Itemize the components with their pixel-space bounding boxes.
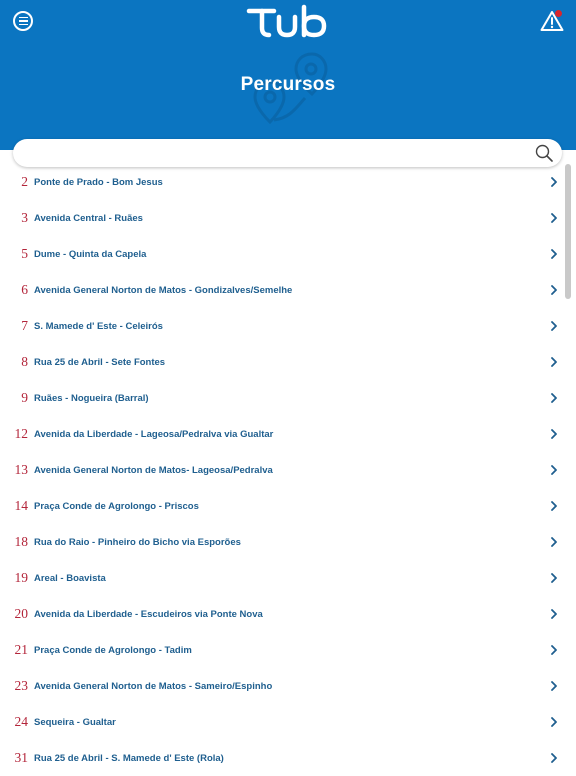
route-number: 23 [14,678,29,693]
search-icon[interactable] [535,144,553,162]
chevron-right-icon [551,321,557,331]
route-name: Praça Conde de Agrolongo - Tadim [34,644,192,656]
chevron-right-icon [551,609,557,619]
route-name: Rua 25 de Abril - Sete Fontes [34,356,166,368]
route-name: Avenida Central - Ruães [34,212,143,224]
route-number: 7 [21,318,28,333]
route-row[interactable]: 6 Avenida General Norton de Matos - Gondi… [0,272,576,308]
route-number: 31 [14,750,29,765]
route-number: 18 [14,534,29,549]
route-row[interactable]: 12 Avenida da Liberdade - Lageosa/Pedralv… [0,416,576,452]
route-name: Rua do Raio - Pinheiro do Bicho via Espo… [34,536,241,548]
route-number: 8 [21,354,28,369]
page-title: Percursos [240,74,336,95]
route-number: 5 [21,246,28,261]
route-number: 14 [14,498,29,513]
route-row[interactable]: 23 Avenida General Norton de Matos - Same… [0,668,576,704]
route-row[interactable]: 14 Praça Conde de Agrolongo - Priscos [0,488,576,524]
route-name: Avenida General Norton de Matos - Gondiz… [34,284,293,296]
chevron-right-icon [551,501,557,511]
chevron-right-icon [551,465,557,475]
route-name: Dume - Quinta da Capela [34,248,147,260]
chevron-right-icon [551,717,557,727]
route-name: Avenida da Liberdade - Lageosa/Pedralva … [34,428,274,440]
route-name: Areal - Boavista [34,572,106,584]
route-name: Avenida General Norton de Matos - Sameir… [34,680,273,692]
route-number: 2 [21,174,28,189]
route-row[interactable]: 7 S. Mamede d' Este - Celeirós [0,308,576,344]
route-row[interactable]: 20 Avenida da Liberdade - Escudeiros via … [0,596,576,632]
chevron-right-icon [551,393,557,403]
route-name: Ponte de Prado - Bom Jesus [34,176,163,188]
route-number: 21 [14,642,29,657]
route-row[interactable]: 19 Areal - Boavista [0,560,576,596]
chevron-right-icon [551,213,557,223]
route-number: 20 [14,606,29,621]
chevron-right-icon [551,753,557,763]
chevron-right-icon [551,573,557,583]
route-name: Avenida General Norton de Matos- Lageosa… [34,464,273,476]
route-number: 13 [14,462,29,477]
chevron-right-icon [551,681,557,691]
chevron-right-icon [551,249,557,259]
route-name: Rua 25 de Abril - S. Mamede d' Este (Rol… [34,752,224,764]
route-number: 9 [21,390,28,405]
search-bar[interactable] [13,139,562,169]
route-name: S. Mamede d' Este - Celeirós [34,320,163,332]
tub-logo [246,4,327,38]
route-name: Avenida da Liberdade - Escudeiros via Po… [34,608,263,620]
route-row[interactable]: 18 Rua do Raio - Pinheiro do Bicho via Es… [0,524,576,560]
route-row[interactable]: 2 Ponte de Prado - Bom Jesus [0,164,576,200]
route-number: 24 [14,714,29,729]
scrollbar[interactable] [565,164,571,299]
route-row[interactable]: 24 Sequeira - Gualtar [0,704,576,740]
route-list: 2 Ponte de Prado - Bom Jesus 3 Avenida Cent… [0,164,576,776]
chevron-right-icon [551,177,557,187]
menu-icon[interactable] [13,11,33,31]
route-number: 6 [21,282,28,297]
notification-dot [555,10,562,17]
route-row[interactable]: 31 Rua 25 de Abril - S. Mamede d' Este (R… [0,740,576,776]
route-row[interactable]: 9 Ruães - Nogueira (Barral) [0,380,576,416]
route-row[interactable]: 13 Avenida General Norton de Matos- Lageo… [0,452,576,488]
chevron-right-icon [551,537,557,547]
route-row[interactable]: 8 Rua 25 de Abril - Sete Fontes [0,344,576,380]
route-row[interactable]: 21 Praça Conde de Agrolongo - Tadim [0,632,576,668]
app-header: Percursos [0,0,576,150]
route-name: Praça Conde de Agrolongo - Priscos [34,500,199,512]
chevron-right-icon [551,645,557,655]
route-row[interactable]: 5 Dume - Quinta da Capela [0,236,576,272]
chevron-right-icon [551,357,557,367]
route-number: 12 [14,426,29,441]
route-name: Ruães - Nogueira (Barral) [34,392,149,404]
route-number: 3 [21,210,28,225]
route-row[interactable]: 3 Avenida Central - Ruães [0,200,576,236]
chevron-right-icon [551,429,557,439]
chevron-right-icon [551,285,557,295]
route-number: 19 [14,570,29,585]
route-name: Sequeira - Gualtar [34,716,116,728]
